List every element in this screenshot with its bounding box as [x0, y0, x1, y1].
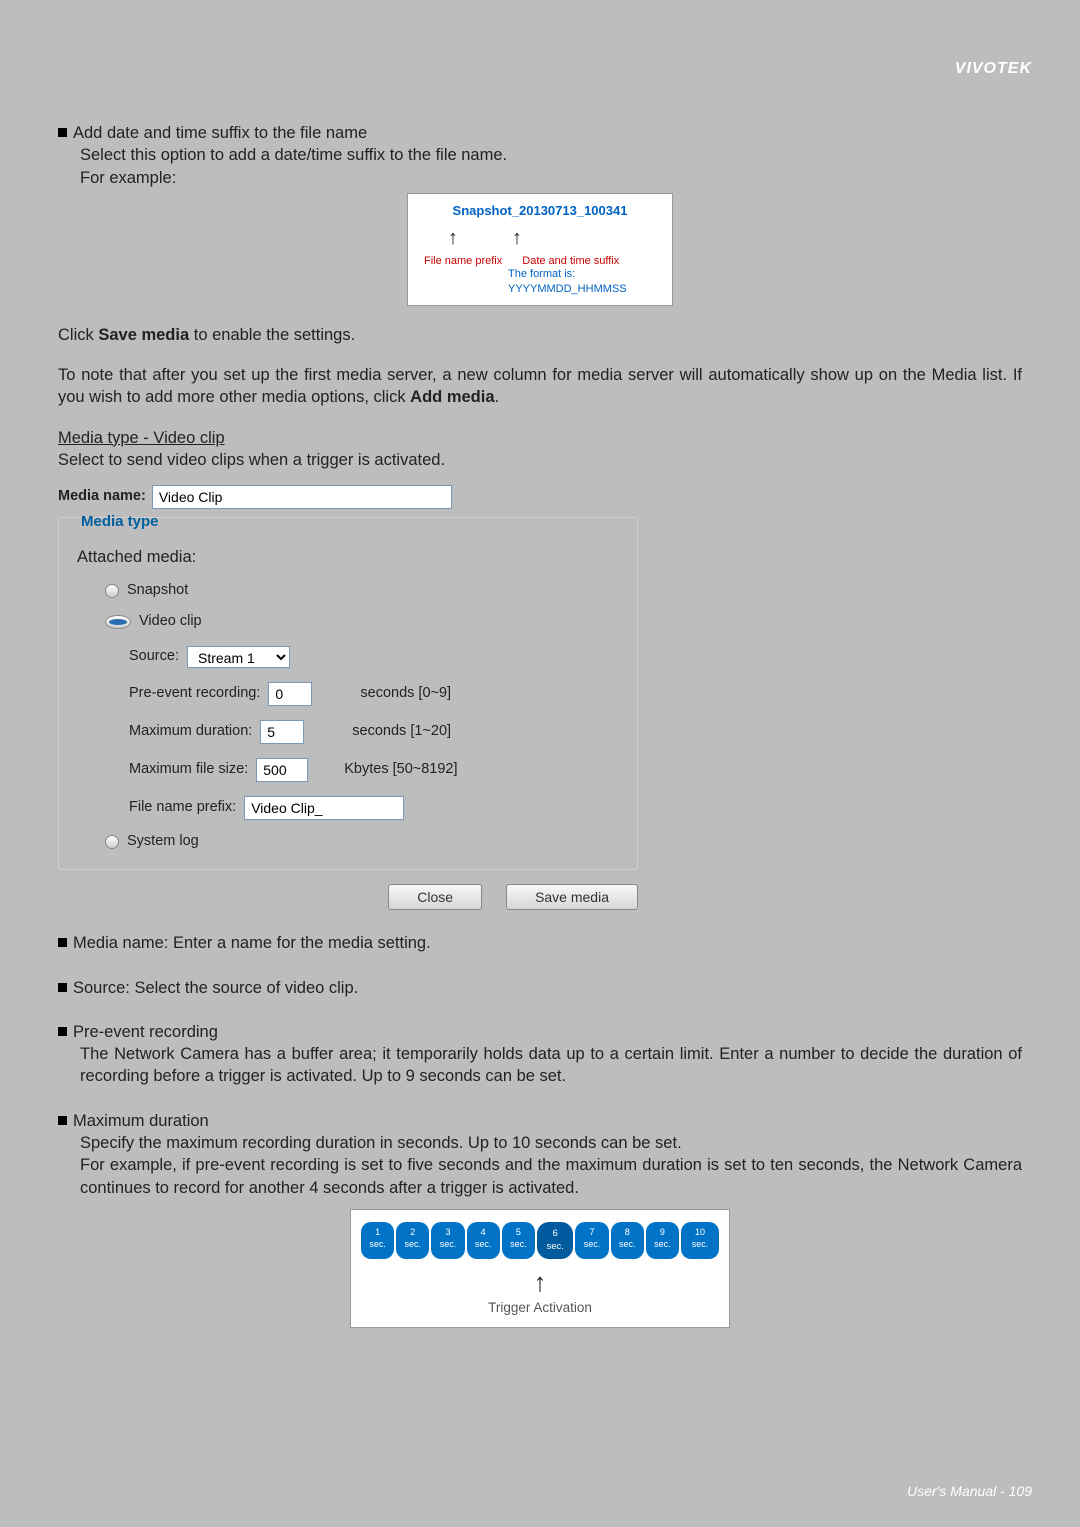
media-type-legend: Media type: [77, 512, 163, 532]
text: .: [495, 388, 500, 406]
bullet-maxdur: Maximum duration Specify the maximum rec…: [58, 1110, 1022, 1199]
timeline-oval-trigger: 6 sec.: [537, 1222, 573, 1260]
pre-event-label: Pre-event recording:: [129, 684, 260, 704]
max-duration-row: Maximum duration: seconds [1~20]: [129, 720, 619, 744]
timeline-label: Trigger Activation: [361, 1299, 719, 1317]
media-type-heading: Media type - Video clip: [58, 427, 1022, 449]
timeline-row: 1 sec. 2 sec. 3 sec. 4 sec. 5 sec. 6 sec…: [361, 1222, 719, 1260]
bullet-maxdur-line1: Specify the maximum recording duration i…: [80, 1132, 1022, 1154]
media-form: Media name: Media type Attached media: S…: [58, 485, 638, 910]
text: Click: [58, 326, 98, 344]
bullet-square-icon: [58, 1027, 67, 1036]
pre-event-input[interactable]: [268, 682, 312, 706]
bullet-media-name-text: Media name: Enter a name for the media s…: [73, 934, 431, 952]
radio-systemlog-row: System log: [105, 832, 619, 852]
click-save-paragraph: Click Save media to enable the settings.: [58, 324, 1022, 346]
snapshot-format-label: The format is: YYYYMMDD_HHMMSS: [508, 267, 662, 297]
add-media-bold: Add media: [410, 388, 494, 406]
bullet-maxdur-title: Maximum duration: [73, 1112, 209, 1130]
save-media-bold: Save media: [98, 326, 189, 344]
pre-event-row: Pre-event recording: seconds [0~9]: [129, 682, 619, 706]
timeline-oval: 10 sec.: [681, 1222, 719, 1260]
snapshot-fnp-label: File name prefix: [424, 254, 502, 269]
timeline-oval: 8 sec.: [611, 1222, 644, 1260]
up-arrow-icon: ↑: [512, 225, 522, 252]
bullet-square-icon: [58, 128, 67, 137]
max-filesize-hint: Kbytes [50~8192]: [344, 760, 457, 780]
timeline-oval: 7 sec.: [575, 1222, 608, 1260]
form-buttons: Close Save media: [58, 884, 638, 910]
radio-snapshot[interactable]: [105, 584, 119, 598]
prefix-label: File name prefix:: [129, 798, 236, 818]
bullet-source-text: Source: Select the source of video clip.: [73, 979, 358, 997]
bullet-square-icon: [58, 938, 67, 947]
media-type-sub: Select to send video clips when a trigge…: [58, 449, 1022, 471]
media-type-fieldset: Media type Attached media: Snapshot Vide…: [58, 517, 638, 870]
page-content: Add date and time suffix to the file nam…: [58, 100, 1022, 1328]
timeline-box: 1 sec. 2 sec. 3 sec. 4 sec. 5 sec. 6 sec…: [350, 1209, 730, 1328]
bullet-media-name: Media name: Enter a name for the media s…: [58, 932, 1022, 954]
footer-page-number: User's Manual - 109: [907, 1483, 1032, 1499]
max-duration-label: Maximum duration:: [129, 722, 252, 742]
note-paragraph: To note that after you set up the first …: [58, 364, 1022, 409]
source-label: Source:: [129, 647, 179, 667]
bullet-add-suffix-line2: For example:: [80, 167, 1022, 189]
pre-event-hint: seconds [0~9]: [360, 684, 451, 704]
radio-videoclip-row: Video clip: [105, 612, 619, 632]
attached-media-label: Attached media:: [77, 546, 619, 568]
bullet-square-icon: [58, 983, 67, 992]
max-duration-input[interactable]: [260, 720, 304, 744]
brand-label: VIVOTEK: [955, 60, 1032, 78]
snapshot-filename: Snapshot_20130713_100341: [418, 202, 662, 220]
media-type-heading-text: Media type - Video clip: [58, 429, 225, 447]
up-arrow-icon: ↑: [361, 1265, 719, 1300]
snapshot-example-box: Snapshot_20130713_100341 ↑ ↑ File name p…: [407, 193, 673, 306]
text: to enable the settings.: [189, 326, 355, 344]
timeline-oval: 2 sec.: [396, 1222, 429, 1260]
timeline-oval: 3 sec.: [431, 1222, 464, 1260]
max-filesize-label: Maximum file size:: [129, 760, 248, 780]
media-name-row: Media name:: [58, 485, 638, 509]
max-duration-hint: seconds [1~20]: [352, 722, 451, 742]
bullet-add-suffix: Add date and time suffix to the file nam…: [58, 122, 1022, 189]
bullet-add-suffix-title: Add date and time suffix to the file nam…: [73, 124, 367, 142]
up-arrow-icon: ↑: [448, 225, 458, 252]
bullet-preevent-title: Pre-event recording: [73, 1023, 218, 1041]
media-name-label: Media name:: [58, 487, 146, 507]
source-select[interactable]: Stream 1: [187, 646, 290, 668]
bullet-add-suffix-line1: Select this option to add a date/time su…: [80, 144, 1022, 166]
bullet-square-icon: [58, 1116, 67, 1125]
radio-videoclip[interactable]: [105, 615, 131, 629]
text: To note that after you set up the first …: [58, 366, 1022, 406]
bullet-preevent-body: The Network Camera has a buffer area; it…: [80, 1043, 1022, 1088]
prefix-input[interactable]: [244, 796, 404, 820]
timeline-oval: 1 sec.: [361, 1222, 394, 1260]
radio-systemlog-label: System log: [127, 832, 199, 852]
timeline-oval: 4 sec.: [467, 1222, 500, 1260]
timeline-oval: 5 sec.: [502, 1222, 535, 1260]
radio-snapshot-row: Snapshot: [105, 581, 619, 601]
bullet-maxdur-line2: For example, if pre-event recording is s…: [80, 1154, 1022, 1199]
prefix-row: File name prefix:: [129, 796, 619, 820]
max-filesize-row: Maximum file size: Kbytes [50~8192]: [129, 758, 619, 782]
save-media-button[interactable]: Save media: [506, 884, 638, 910]
timeline-oval: 9 sec.: [646, 1222, 679, 1260]
videoclip-subrows: Source: Stream 1 Pre-event recording: se…: [129, 646, 619, 820]
radio-videoclip-label: Video clip: [139, 612, 202, 632]
radio-snapshot-label: Snapshot: [127, 581, 188, 601]
max-filesize-input[interactable]: [256, 758, 308, 782]
close-button[interactable]: Close: [388, 884, 482, 910]
bullet-preevent: Pre-event recording The Network Camera h…: [58, 1021, 1022, 1088]
radio-systemlog[interactable]: [105, 835, 119, 849]
source-row: Source: Stream 1: [129, 646, 619, 668]
bullet-source: Source: Select the source of video clip.: [58, 977, 1022, 999]
media-name-input[interactable]: [152, 485, 452, 509]
